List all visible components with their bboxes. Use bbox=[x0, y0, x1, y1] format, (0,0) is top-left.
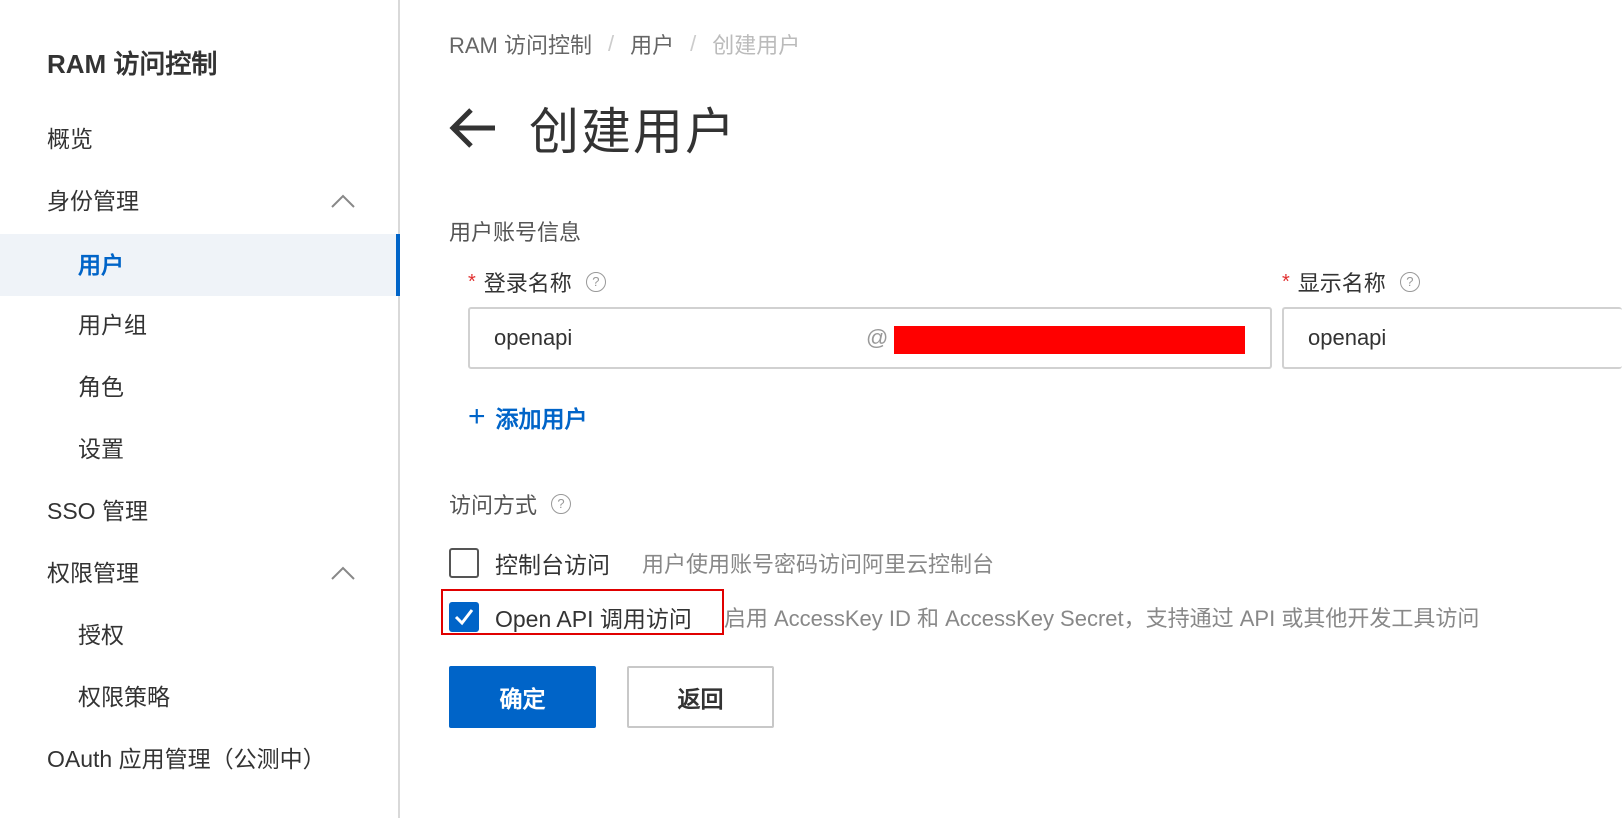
sidebar-item-permissions[interactable]: 权限管理 bbox=[0, 542, 398, 604]
login-name-input[interactable] bbox=[470, 325, 830, 351]
add-user-label: 添加用户 bbox=[495, 406, 588, 432]
sidebar-item-roles[interactable]: 角色 bbox=[0, 356, 398, 418]
help-icon[interactable]: ? bbox=[585, 272, 606, 292]
sidebar-item-users[interactable]: 用户 bbox=[0, 234, 400, 296]
console-access-checkbox[interactable] bbox=[449, 548, 479, 578]
sidebar-item-label: 概览 bbox=[47, 126, 93, 152]
openapi-access-option[interactable]: Open API 调用访问 启用 AccessKey ID 和 AccessKe… bbox=[449, 600, 1479, 634]
sidebar-item-overview[interactable]: 概览 bbox=[0, 108, 398, 170]
access-method-label-text: 访问方式 bbox=[449, 493, 538, 518]
openapi-access-label: Open API 调用访问 bbox=[495, 606, 692, 632]
sidebar: RAM 访问控制 概览 身份管理 用户 用户组 角色 设置 SSO 管理 权限管… bbox=[0, 0, 400, 818]
sidebar-item-label: 身份管理 bbox=[47, 188, 139, 214]
help-icon[interactable]: ? bbox=[1399, 272, 1420, 292]
sidebar-item-label: 用户 bbox=[78, 252, 124, 278]
openapi-access-checkbox[interactable] bbox=[449, 602, 479, 632]
help-icon[interactable]: ? bbox=[551, 494, 572, 514]
sidebar-item-settings[interactable]: 设置 bbox=[0, 418, 398, 480]
login-name-label-text: 登录名称 bbox=[483, 271, 572, 296]
account-info-section-label: 用户账号信息 bbox=[449, 220, 582, 245]
sidebar-item-policies[interactable]: 权限策略 bbox=[0, 666, 398, 728]
breadcrumb-separator: / bbox=[608, 31, 615, 56]
chevron-up-icon bbox=[331, 566, 355, 580]
access-method-section-label: 访问方式 ? bbox=[449, 488, 572, 520]
back-button[interactable]: 返回 bbox=[627, 666, 774, 728]
main-content: RAM 访问控制 / 用户 / 创建用户 创建用户 用户账号信息 * 登录名称 … bbox=[402, 0, 1622, 818]
console-access-desc: 用户使用账号密码访问阿里云控制台 bbox=[642, 552, 995, 577]
add-user-button[interactable]: + 添加用户 bbox=[468, 400, 588, 434]
sidebar-item-sso[interactable]: SSO 管理 bbox=[0, 480, 398, 542]
sidebar-item-user-groups[interactable]: 用户组 bbox=[0, 294, 398, 356]
sidebar-item-label: 用户组 bbox=[78, 312, 147, 338]
openapi-access-desc: 启用 AccessKey ID 和 AccessKey Secret，支持通过 … bbox=[723, 606, 1480, 631]
login-name-label: * 登录名称 ? bbox=[468, 266, 606, 298]
checkmark-icon bbox=[454, 609, 474, 626]
redaction-bar bbox=[894, 326, 1245, 354]
display-name-label: * 显示名称 ? bbox=[1282, 266, 1420, 298]
sidebar-item-label: OAuth 应用管理（公测中） bbox=[47, 746, 326, 772]
sidebar-item-label: SSO 管理 bbox=[47, 498, 148, 524]
back-arrow-icon[interactable] bbox=[449, 102, 501, 154]
sidebar-item-label: 权限策略 bbox=[78, 684, 170, 710]
sidebar-item-label: 设置 bbox=[78, 436, 124, 462]
required-mark: * bbox=[468, 270, 476, 293]
breadcrumb-item-current: 创建用户 bbox=[712, 33, 801, 58]
console-access-option[interactable]: 控制台访问 用户使用账号密码访问阿里云控制台 bbox=[449, 546, 994, 580]
confirm-button[interactable]: 确定 bbox=[449, 666, 596, 728]
sidebar-item-label: 角色 bbox=[78, 374, 124, 400]
sidebar-item-label: 权限管理 bbox=[47, 560, 139, 586]
page-header: 创建用户 bbox=[449, 92, 737, 164]
sidebar-item-grants[interactable]: 授权 bbox=[0, 604, 398, 666]
display-name-field[interactable] bbox=[1282, 307, 1622, 369]
sidebar-item-identity[interactable]: 身份管理 bbox=[0, 170, 398, 232]
breadcrumb: RAM 访问控制 / 用户 / 创建用户 bbox=[449, 28, 800, 60]
display-name-input[interactable] bbox=[1284, 325, 1622, 351]
app-title: RAM 访问控制 bbox=[47, 49, 218, 79]
chevron-up-icon bbox=[331, 194, 355, 208]
login-name-field[interactable]: @ bbox=[468, 307, 1272, 369]
plus-icon: + bbox=[468, 400, 486, 433]
required-mark: * bbox=[1282, 270, 1290, 293]
breadcrumb-item-ram[interactable]: RAM 访问控制 bbox=[449, 28, 592, 60]
console-access-label: 控制台访问 bbox=[495, 552, 610, 578]
breadcrumb-item-users[interactable]: 用户 bbox=[630, 28, 674, 60]
page-title: 创建用户 bbox=[529, 104, 737, 160]
sidebar-item-label: 授权 bbox=[78, 622, 124, 648]
display-name-label-text: 显示名称 bbox=[1297, 271, 1386, 296]
sidebar-item-oauth[interactable]: OAuth 应用管理（公测中） bbox=[0, 728, 398, 790]
breadcrumb-separator: / bbox=[690, 31, 697, 56]
domain-suffix: @ bbox=[866, 325, 889, 350]
